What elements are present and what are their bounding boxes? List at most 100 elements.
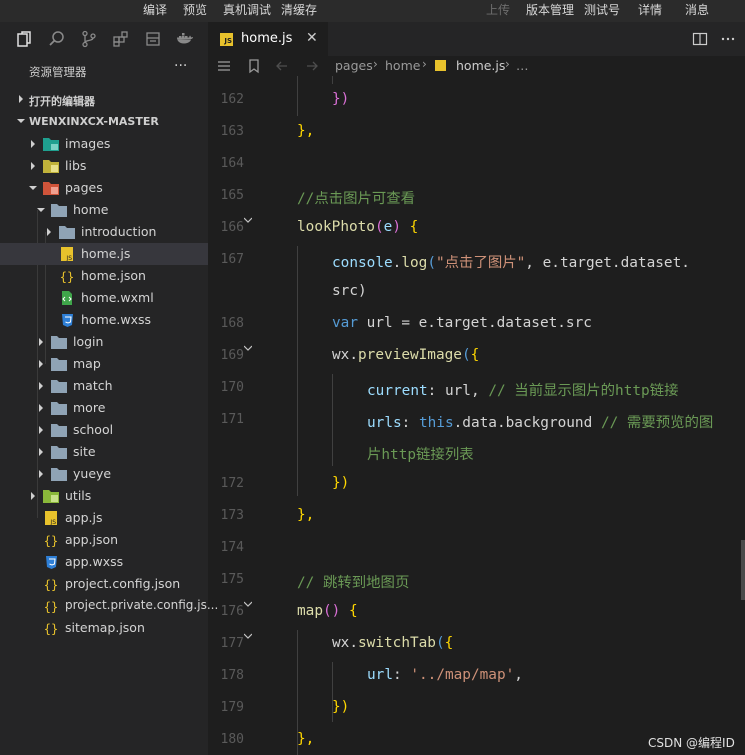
chevron-down-icon xyxy=(37,208,45,212)
tree-item-school[interactable]: school xyxy=(0,419,208,441)
tree-item-label: more xyxy=(73,400,106,415)
tab-home-js[interactable]: JS home.js ✕ xyxy=(208,22,328,56)
chevron-right-icon xyxy=(39,360,43,368)
breadcrumb-ellipsis[interactable]: … xyxy=(516,58,529,73)
line-number: 174 xyxy=(220,540,244,555)
details-button[interactable]: 详情 xyxy=(638,0,662,22)
sidebar: 资源管理器 ··· 打开的编辑器 WENXINXCX-MASTER images… xyxy=(0,22,219,755)
js-file-icon: JS xyxy=(61,247,73,261)
code-string: "点击了图片" xyxy=(436,255,526,271)
explorer-icon[interactable] xyxy=(16,30,34,48)
breadcrumb-home[interactable]: home xyxy=(385,58,420,73)
tree-item-app-wxss[interactable]: app.wxss xyxy=(0,551,208,573)
fold-chevron-icon[interactable] xyxy=(244,344,252,352)
tree-item-images[interactable]: images xyxy=(0,133,208,155)
code-line-179: }) xyxy=(332,699,349,715)
folder-icon xyxy=(51,336,67,349)
code-object: wx. xyxy=(332,347,358,363)
tree-item-label: libs xyxy=(65,158,87,173)
tree-item-site[interactable]: site xyxy=(0,441,208,463)
tree-item-label: login xyxy=(73,334,104,349)
split-editor-icon[interactable] xyxy=(692,31,708,47)
wxml-file-icon xyxy=(62,291,72,305)
arrow-left-icon[interactable] xyxy=(274,58,290,74)
more-icon[interactable] xyxy=(720,31,736,47)
activity-bar xyxy=(0,22,208,58)
editor-tab-bar: JS home.js ✕ xyxy=(208,22,745,56)
tree-item-sitemap[interactable]: {} sitemap.json xyxy=(0,617,208,639)
code-line-167-wrap: src) xyxy=(332,283,367,299)
project-name: WENXINXCX-MASTER xyxy=(29,115,159,128)
folder-icon xyxy=(51,424,67,437)
version-management-button[interactable]: 版本管理 xyxy=(526,0,574,22)
code-comment: 片http链接列表 xyxy=(367,447,474,463)
code-comment: // 当前显示图片的http链接 xyxy=(488,383,679,399)
code-editor[interactable]: }) }, //点击图片可查看 lookPhoto(e) { console.l… xyxy=(264,76,745,755)
indent-guide xyxy=(297,246,298,496)
json-file-icon: {} xyxy=(44,622,58,635)
json-file-icon: {} xyxy=(44,578,58,591)
compile-button[interactable]: 编译 xyxy=(143,0,167,22)
clear-cache-button[interactable]: 清缓存 xyxy=(281,0,317,22)
code-comment: // 跳转到地图页 xyxy=(297,575,410,591)
tree-item-pages[interactable]: pages xyxy=(0,177,208,199)
line-number: 178 xyxy=(220,668,244,683)
tree-item-app-js[interactable]: JS app.js xyxy=(0,507,208,529)
more-actions-button[interactable]: ··· xyxy=(174,58,187,74)
line-number: 167 xyxy=(220,252,244,267)
preview-button[interactable]: 预览 xyxy=(183,0,207,22)
tree-item-home[interactable]: home xyxy=(0,199,208,221)
tree-item-map[interactable]: map xyxy=(0,353,208,375)
open-editors-section[interactable]: 打开的编辑器 xyxy=(0,89,208,111)
code-function: log xyxy=(401,255,428,271)
code-line-172: }) xyxy=(332,475,349,491)
docker-icon[interactable] xyxy=(176,30,194,48)
tree-item-home-json[interactable]: {} home.json xyxy=(0,265,208,287)
js-file-icon: JS xyxy=(220,33,233,46)
storage-icon[interactable] xyxy=(144,30,162,48)
watermark: CSDN @编程ID xyxy=(648,736,735,750)
tree-item-login[interactable]: login xyxy=(0,331,208,353)
tree-item-project-config[interactable]: {} project.config.json xyxy=(0,573,208,595)
tree-item-label: introduction xyxy=(81,224,157,239)
tree-item-libs[interactable]: libs xyxy=(0,155,208,177)
svg-text:{}: {} xyxy=(60,270,74,283)
source-control-icon[interactable] xyxy=(80,30,98,48)
tree-item-project-private-config[interactable]: {} project.private.config.js... xyxy=(0,595,219,617)
tree-item-home-wxml[interactable]: home.wxml xyxy=(0,287,208,309)
test-account-button[interactable]: 测试号 xyxy=(584,0,620,22)
close-icon[interactable]: ✕ xyxy=(306,30,318,46)
tree-item-introduction[interactable]: introduction xyxy=(0,221,208,243)
tree-item-more[interactable]: more xyxy=(0,397,208,419)
tree-item-match[interactable]: match xyxy=(0,375,208,397)
outline-list-icon[interactable] xyxy=(216,58,232,74)
tree-item-home-wxss[interactable]: home.wxss xyxy=(0,309,208,331)
editor-scrollbar[interactable] xyxy=(741,540,745,600)
bookmark-icon[interactable] xyxy=(246,58,262,74)
tree-item-app-json[interactable]: {} app.json xyxy=(0,529,208,551)
line-number: 173 xyxy=(220,508,244,523)
tree-item-label: app.json xyxy=(65,532,119,547)
code-property: urls xyxy=(367,415,402,431)
code-line-169: wx.previewImage({ xyxy=(332,347,480,363)
fold-chevron-icon[interactable] xyxy=(244,632,252,640)
breadcrumb-pages[interactable]: pages xyxy=(335,58,373,73)
project-section[interactable]: WENXINXCX-MASTER xyxy=(0,111,208,133)
real-device-debug-button[interactable]: 真机调试 xyxy=(223,0,271,22)
fold-chevron-icon[interactable] xyxy=(244,216,252,224)
tree-item-yueye[interactable]: yueye xyxy=(0,463,208,485)
code-object: console xyxy=(332,255,393,271)
upload-button[interactable]: 上传 xyxy=(486,0,510,22)
code-property: url xyxy=(367,667,393,683)
search-icon[interactable] xyxy=(48,30,66,48)
fold-chevron-icon[interactable] xyxy=(244,600,252,608)
extensions-icon[interactable] xyxy=(112,30,130,48)
code-text: : url, xyxy=(427,383,489,399)
lib-folder-icon xyxy=(43,160,59,173)
tree-item-home-js[interactable]: JS home.js xyxy=(0,243,208,265)
svg-text:{}: {} xyxy=(44,534,58,547)
arrow-right-icon[interactable] xyxy=(304,58,320,74)
tree-item-utils[interactable]: utils xyxy=(0,485,208,507)
messages-button[interactable]: 消息 xyxy=(685,0,709,22)
breadcrumb-file[interactable]: home.js xyxy=(456,58,505,73)
